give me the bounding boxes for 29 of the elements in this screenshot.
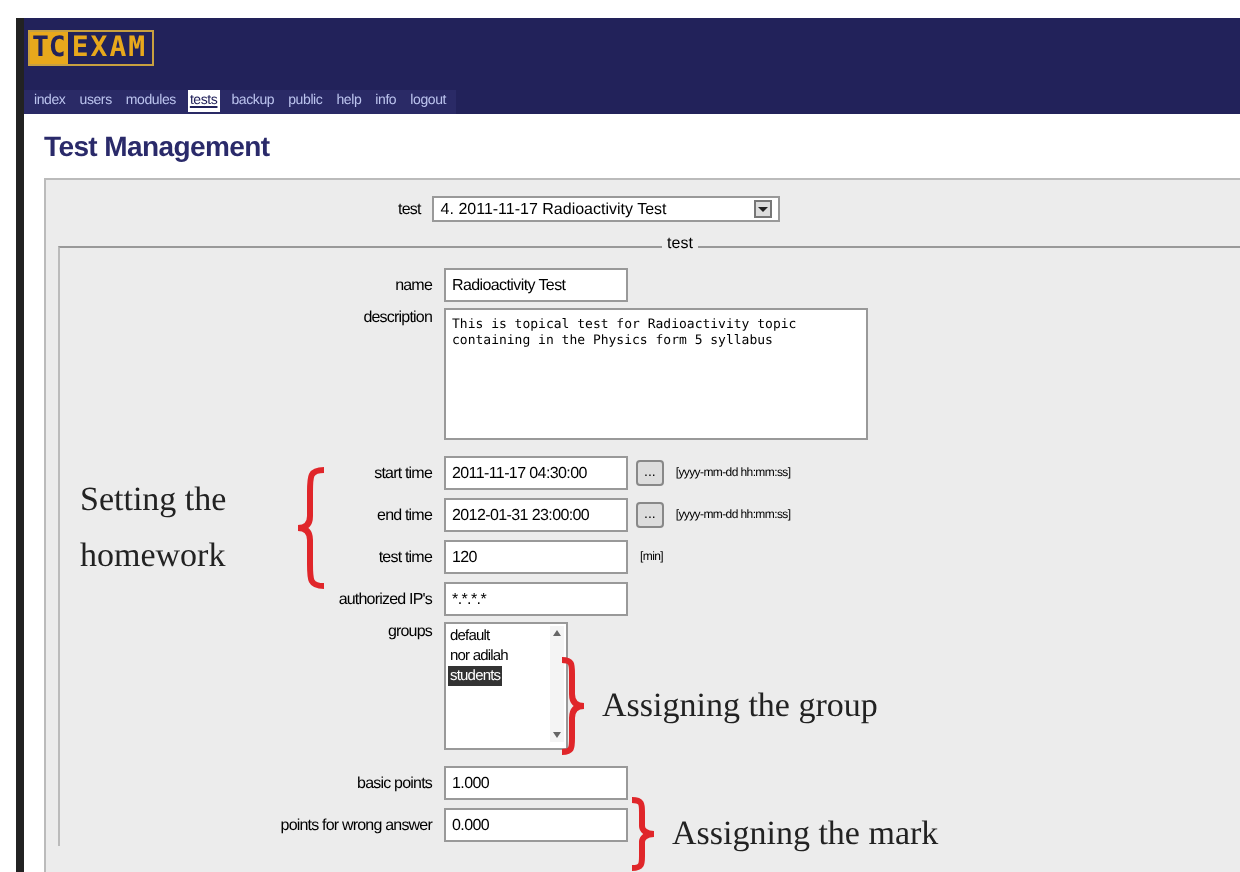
page-title: Test Management	[42, 128, 272, 166]
field-label: test time	[378, 548, 432, 566]
logo-text: EXAM	[69, 32, 150, 64]
field-label: points for wrong answer	[280, 816, 432, 834]
field-label: description	[363, 308, 432, 326]
input-field[interactable]: 1.000	[444, 766, 628, 800]
field-label: name	[395, 276, 432, 294]
field-label: basic points	[357, 774, 432, 792]
date-field[interactable]: 2011-11-17 04:30:00	[444, 456, 628, 490]
field-label: test	[398, 200, 421, 218]
test-dropdown[interactable]: 4. 2011-11-17 Radioactivity Test	[432, 196, 781, 222]
annotation-text: Setting the homework	[80, 478, 229, 578]
curly-brace	[628, 794, 660, 872]
field-label: end time	[377, 506, 432, 524]
input-field[interactable]: 0.000	[444, 808, 628, 842]
field-label: groups	[387, 622, 432, 640]
field-label: start time	[374, 464, 432, 482]
curly-brace	[558, 654, 590, 758]
annotation-text: Assigning the group	[602, 686, 878, 726]
field-label: authorized IP's	[338, 590, 432, 608]
annotation-text: Assigning the mark	[672, 814, 939, 854]
date-field[interactable]: 2012-01-31 23:00:00	[444, 498, 628, 532]
curly-brace	[292, 464, 328, 592]
input-field[interactable]: *.*.*.*	[444, 582, 628, 616]
fieldset-legend: test	[661, 234, 699, 252]
input-field[interactable]: Radioactivity Test	[444, 268, 628, 302]
input-field[interactable]: 120	[444, 540, 628, 574]
logo-mark: TC	[30, 32, 68, 64]
scrollbar[interactable]	[550, 626, 564, 742]
